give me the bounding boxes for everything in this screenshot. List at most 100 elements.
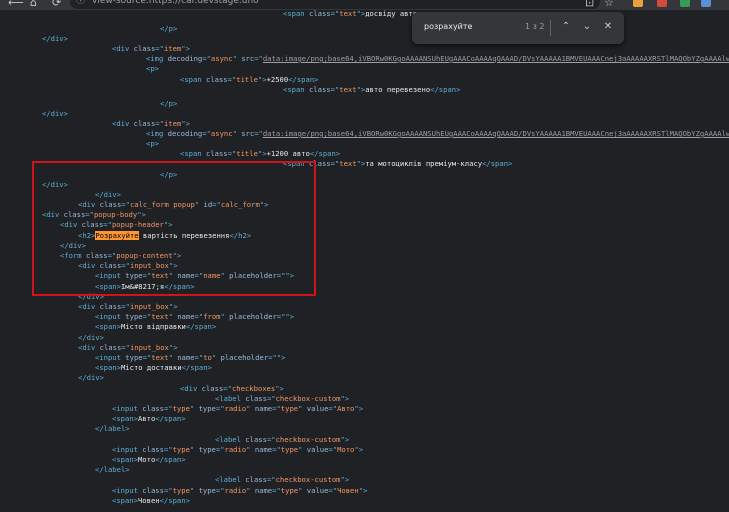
source-line: <img decoding="async" src="data:image/pn…: [146, 54, 729, 64]
reload-icon[interactable]: ⟳: [52, 0, 61, 10]
back-icon[interactable]: ⟵: [8, 0, 24, 10]
source-line: <p>: [146, 139, 159, 149]
find-input[interactable]: розрахуйте: [424, 22, 472, 31]
source-token: item: [163, 44, 182, 53]
source-line: <div class="input_box">: [78, 261, 178, 271]
source-token: <span: [283, 10, 309, 18]
source-token: class: [245, 475, 267, 484]
source-token: class: [308, 10, 331, 18]
source-token: type: [198, 404, 216, 413]
source-token[interactable]: data:image/png;base64,iVBORw0KGgoAAAANSU…: [263, 54, 729, 63]
source-token: ": [194, 200, 204, 209]
bookmark-star-icon[interactable]: ☆: [604, 0, 614, 10]
source-line: </p>: [160, 24, 177, 34]
source-token: =": [155, 119, 164, 128]
source-token: radio: [224, 486, 247, 495]
extension-icon[interactable]: [633, 0, 643, 7]
extension-icon[interactable]: [680, 0, 690, 7]
source-token: =": [163, 404, 173, 413]
find-close-button[interactable]: ✕: [600, 19, 616, 35]
source-token: ="">: [276, 271, 295, 280]
home-icon[interactable]: ⌂: [30, 0, 37, 10]
source-token: <input: [95, 312, 126, 321]
source-token[interactable]: data:image/png;base64,iVBORw0KGgoAAAANSU…: [263, 129, 729, 138]
source-token: авто перевезено: [365, 85, 431, 94]
source-token: </span>: [159, 496, 190, 505]
translate-icon[interactable]: ⊡: [585, 0, 594, 10]
page-source-view[interactable]: <span class="text">досвіду авто </p> </div…: [0, 10, 729, 512]
source-token: ": [232, 129, 242, 138]
source-line: </label>: [95, 424, 130, 434]
source-token: type: [198, 445, 216, 454]
source-token: <div: [42, 210, 64, 219]
source-token: =": [85, 210, 94, 219]
extension-icon[interactable]: [657, 0, 667, 7]
source-token: class: [81, 220, 104, 229]
source-token: Місто відправки: [120, 322, 186, 331]
source-token: class: [133, 44, 156, 53]
source-token: text: [151, 271, 169, 280]
source-token: <span>: [112, 414, 138, 423]
site-info-icon[interactable]: ⓘ: [76, 0, 85, 8]
source-token: =": [202, 129, 211, 138]
source-token: </p>: [160, 24, 178, 33]
source-line: <div class="calc_form popup" id="calc_fo…: [78, 200, 268, 210]
source-token: =": [272, 486, 281, 495]
source-token: text: [339, 10, 357, 18]
source-token: class: [142, 404, 164, 413]
source-token: ": [189, 404, 199, 413]
source-token: ">: [354, 404, 364, 413]
source-line: <img decoding="async" src="data:image/pn…: [146, 129, 729, 139]
source-token: <span: [283, 159, 309, 168]
source-token: from: [203, 312, 221, 321]
source-token: type: [125, 353, 143, 362]
source-token: item: [163, 119, 182, 128]
source-token: =": [155, 44, 164, 53]
source-token: input_box: [129, 261, 169, 270]
source-token: async: [210, 129, 233, 138]
source-token: =": [215, 445, 225, 454]
source-token: =": [142, 271, 152, 280]
source-line: <div class="checkboxes">: [180, 384, 284, 394]
source-token: <label: [215, 475, 246, 484]
source-line: <div class="input_box">: [78, 343, 178, 353]
source-token: class: [245, 435, 267, 444]
source-token: <span>: [112, 455, 138, 464]
browser-toolbar: ⟵ ⌂ ⟳ ⓘ view-source:https://car.devstage…: [0, 0, 729, 10]
find-match-count: 1 з 2: [525, 22, 545, 31]
source-token: ": [168, 271, 178, 280]
source-token: Ім&#8217;я: [120, 282, 165, 291]
source-token: =": [121, 302, 130, 311]
source-token: ": [220, 312, 230, 321]
find-previous-button[interactable]: ⌃: [558, 19, 574, 35]
source-token: ">: [340, 394, 350, 403]
source-token: Місто доставки: [120, 363, 182, 372]
source-token: <span>: [95, 282, 121, 291]
source-line: <input type="text" name="name" placehold…: [95, 271, 294, 281]
source-token: class: [308, 85, 331, 94]
source-token: </span>: [164, 282, 195, 291]
source-token: ": [246, 486, 255, 495]
source-token: class: [99, 261, 122, 270]
source-token: =": [163, 486, 173, 495]
source-token: та мотоциклів преміум-класу: [365, 159, 483, 168]
source-token: ">: [181, 119, 190, 128]
source-token: id: [203, 200, 213, 209]
source-token: <span: [180, 149, 206, 158]
source-token: =": [328, 486, 338, 495]
source-token: input_box: [129, 343, 169, 352]
source-token: ": [298, 445, 307, 454]
source-token: =": [121, 261, 130, 270]
find-next-button[interactable]: ⌄: [579, 19, 595, 35]
extension-icon[interactable]: [701, 0, 711, 7]
source-token: class: [142, 486, 164, 495]
source-token: class: [133, 119, 156, 128]
source-token: ": [298, 486, 307, 495]
source-token: =": [272, 445, 281, 454]
address-url[interactable]: view-source:https://car.devstage.uno: [92, 0, 259, 8]
source-line: <input class="type" type="radio" name="t…: [112, 404, 363, 414]
source-token: <div: [112, 44, 134, 53]
source-token: value: [306, 404, 329, 413]
source-token: =": [328, 404, 338, 413]
address-bar[interactable]: ⓘ view-source:https://car.devstage.uno: [70, 0, 600, 9]
